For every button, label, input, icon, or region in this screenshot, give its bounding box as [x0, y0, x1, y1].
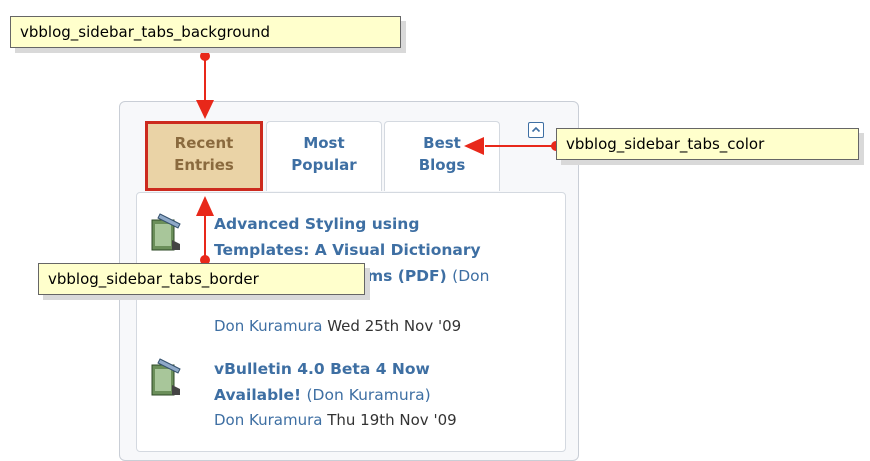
tab-best-blogs[interactable]: Best Blogs	[384, 121, 500, 191]
entry-title-link[interactable]: vBulletin 4.0 Beta 4 Now Available! (Don…	[214, 356, 544, 408]
callout-tabs-border: vbblog_sidebar_tabs_border	[38, 263, 365, 295]
tab-best-blogs-line1: Best	[423, 134, 461, 152]
entry-title-line: vBulletin 4.0 Beta 4 Now	[214, 360, 430, 378]
tab-most-popular-line1: Most	[303, 134, 345, 152]
tab-recent-entries-line2: Entries	[174, 156, 234, 174]
tab-best-blogs-line2: Blogs	[418, 156, 466, 174]
entry-date: Wed 25th Nov '09	[327, 317, 462, 335]
tab-most-popular[interactable]: Most Popular	[266, 121, 382, 191]
entry-title-author[interactable]: (Don	[452, 267, 489, 285]
entry-title-author[interactable]: (Don Kuramura)	[307, 386, 431, 404]
chevron-up-icon	[531, 126, 541, 133]
entry-meta: Don Kuramura Thu 19th Nov '09	[214, 410, 457, 430]
entry-meta: Don Kuramura Wed 25th Nov '09	[214, 316, 461, 336]
callout-tabs-color: vbblog_sidebar_tabs_color	[556, 128, 859, 160]
tab-most-popular-line2: Popular	[291, 156, 357, 174]
blog-entry-icon	[151, 213, 181, 251]
tab-recent-entries-line1: Recent	[174, 134, 234, 152]
callout-tabs-background: vbblog_sidebar_tabs_background	[10, 16, 401, 48]
entry-author-link[interactable]: Don Kuramura	[214, 411, 322, 429]
entry-author-link[interactable]: Don Kuramura	[214, 317, 322, 335]
tab-recent-entries[interactable]: Recent Entries	[145, 121, 263, 191]
blog-entry-icon	[151, 358, 181, 396]
entry-title-line: Advanced Styling using	[214, 215, 420, 233]
collapse-up-icon[interactable]	[528, 122, 544, 138]
entry-title-line: Available! (Don Kuramura)	[214, 386, 431, 404]
entry-title-line: Templates: A Visual Dictionary	[214, 241, 481, 259]
entry-date: Thu 19th Nov '09	[327, 411, 457, 429]
